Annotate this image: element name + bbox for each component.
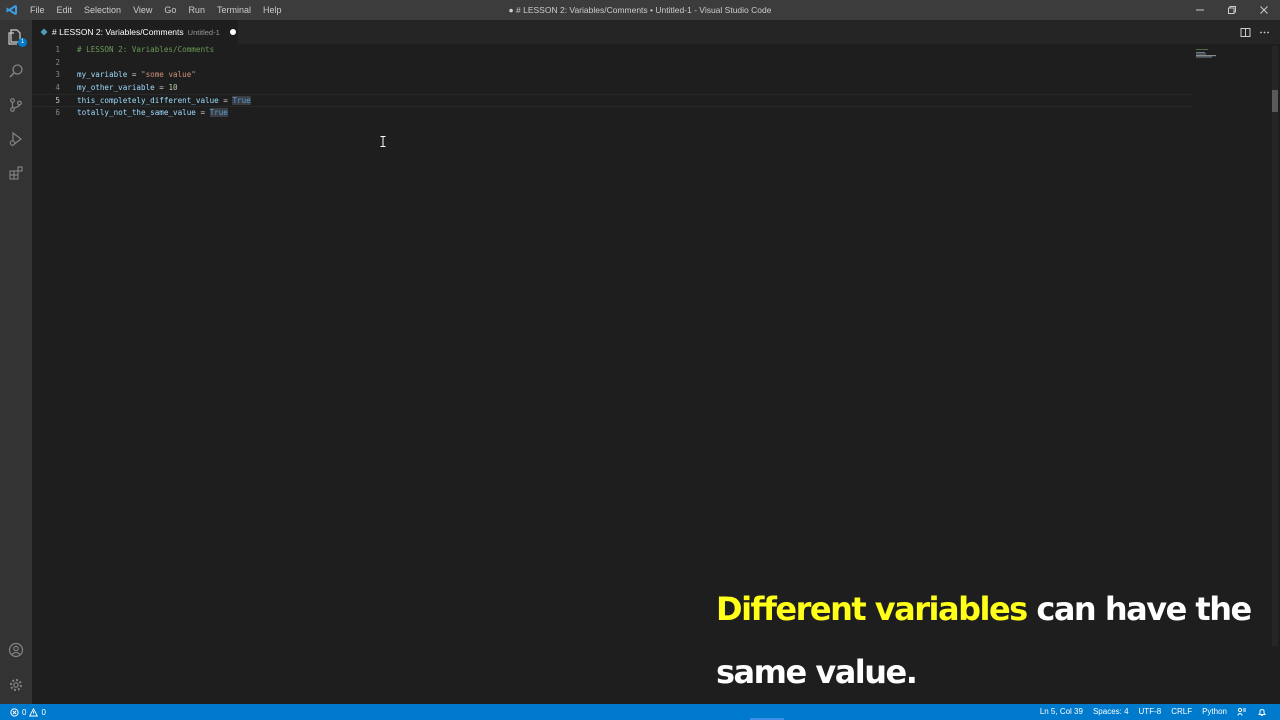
code-token: my_variable [77, 70, 128, 80]
code-line[interactable]: 6 totally_not_the_same_value = True [32, 107, 1192, 120]
close-window-button[interactable] [1248, 0, 1280, 20]
code-text: my_other_variable = 10 [77, 82, 178, 95]
cursor-position[interactable]: Ln 5, Col 39 [1035, 704, 1088, 720]
code-token: this_completely_different_value [77, 96, 219, 106]
tab-actions [1240, 20, 1270, 44]
title-bar: File Edit Selection View Go Run Terminal… [0, 0, 1280, 20]
accounts-icon[interactable] [0, 633, 32, 667]
line-number: 2 [55, 57, 60, 67]
code-line[interactable]: 3 my_variable = "some value" [32, 69, 1192, 82]
file-type-icon [40, 28, 48, 36]
notifications-bell-icon[interactable] [1252, 707, 1272, 717]
more-actions-icon[interactable] [1259, 23, 1270, 42]
code-line[interactable]: 2 [32, 57, 1192, 70]
menu-go[interactable]: Go [158, 0, 182, 20]
line-number: 3 [55, 70, 60, 80]
feedback-icon[interactable] [1232, 707, 1252, 717]
menu-file[interactable]: File [24, 0, 51, 20]
vertical-scrollbar[interactable] [1272, 46, 1278, 646]
indentation[interactable]: Spaces: 4 [1088, 704, 1134, 720]
code-token: "some value" [141, 70, 196, 80]
code-text: my_variable = "some value" [77, 69, 196, 82]
code-token: = [154, 82, 169, 92]
code-text: # LESSON 2: Variables/Comments [77, 44, 214, 57]
menu-bar: File Edit Selection View Go Run Terminal… [24, 0, 287, 20]
extensions-icon[interactable] [0, 156, 32, 190]
minimize-button[interactable] [1184, 0, 1216, 20]
editor-tab-bar: # LESSON 2: Variables/Comments Untitled-… [32, 20, 1280, 44]
code-token: totally_not_the_same_value [77, 108, 196, 117]
line-number: 1 [55, 45, 60, 54]
line-number: 6 [55, 108, 60, 117]
code-token: 10 [168, 82, 178, 92]
activity-bar: 1 [0, 20, 32, 704]
scrollbar-overview-marker [1272, 90, 1278, 112]
close-icon [1260, 6, 1268, 14]
code-token: = [195, 108, 210, 117]
search-icon[interactable] [0, 54, 32, 88]
code-line[interactable]: 1 # LESSON 2: Variables/Comments [32, 44, 1192, 57]
problems-indicator[interactable]: 0 0 [0, 707, 46, 717]
status-right: Ln 5, Col 39 Spaces: 4 UTF-8 CRLF Python [1035, 704, 1272, 720]
window-controls [1184, 0, 1280, 20]
run-debug-icon[interactable] [0, 122, 32, 156]
caption-line1-rest: can have the [1026, 590, 1252, 628]
caption-highlight: Different variables [716, 590, 1028, 628]
code-token: True [232, 96, 251, 106]
unsaved-dot-icon[interactable] [229, 29, 236, 35]
tab-description: Untitled-1 [187, 27, 220, 37]
menu-selection[interactable]: Selection [78, 0, 127, 20]
editor-tab[interactable]: # LESSON 2: Variables/Comments Untitled-… [32, 20, 238, 44]
code-text: totally_not_the_same_value = True [77, 107, 228, 120]
code-token: = [127, 70, 142, 80]
encoding[interactable]: UTF-8 [1134, 704, 1167, 720]
code-token: # LESSON 2: Variables/Comments [77, 45, 215, 54]
menu-terminal[interactable]: Terminal [211, 0, 257, 20]
mouse-ibeam-cursor-icon [380, 132, 386, 147]
warning-icon [29, 707, 39, 716]
end-of-line[interactable]: CRLF [1166, 704, 1197, 720]
explorer-icon[interactable]: 1 [0, 20, 32, 54]
caption-overlay: Different variables can have the same va… [716, 578, 1256, 704]
status-bar: 0 0 Ln 5, Col 39 Spaces: 4 UTF-8 CRLF Py… [0, 704, 1280, 720]
restore-button[interactable] [1216, 0, 1248, 20]
explorer-badge: 1 [18, 38, 27, 47]
minimize-icon [1196, 9, 1204, 11]
vscode-logo-icon [0, 0, 24, 20]
menu-help[interactable]: Help [257, 0, 288, 20]
code-token: True [209, 108, 228, 117]
caption-line2: same value. [716, 653, 918, 691]
error-icon [10, 707, 19, 717]
menu-run[interactable]: Run [182, 0, 211, 20]
warning-count: 0 [41, 707, 46, 717]
error-count: 0 [22, 707, 27, 717]
code-line[interactable]: 5 this_completely_different_value = True [32, 94, 1192, 107]
tab-title: # LESSON 2: Variables/Comments [52, 27, 184, 37]
restore-icon [1228, 6, 1236, 14]
code-token: my_other_variable [77, 82, 155, 92]
line-number: 4 [55, 82, 60, 92]
manage-gear-icon[interactable] [0, 668, 32, 702]
source-control-icon[interactable] [0, 88, 32, 122]
split-editor-icon[interactable] [1240, 23, 1251, 42]
language-mode[interactable]: Python [1197, 704, 1232, 720]
menu-view[interactable]: View [127, 0, 158, 20]
code-line[interactable]: 4 my_other_variable = 10 [32, 82, 1192, 95]
code-token: = [218, 96, 233, 106]
minimap[interactable] [1196, 46, 1236, 86]
menu-edit[interactable]: Edit [51, 0, 79, 20]
